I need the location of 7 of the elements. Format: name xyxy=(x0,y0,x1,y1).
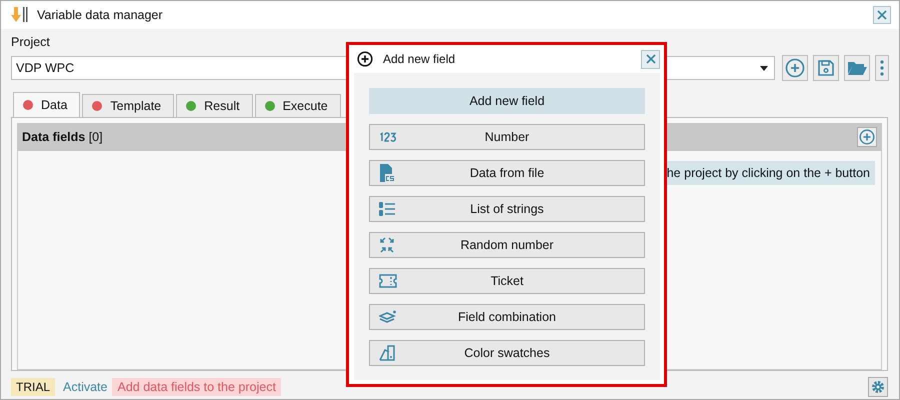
field-label: Project xyxy=(11,35,51,49)
section-heading: Add new field xyxy=(369,88,645,114)
status-message: Add data fields to the project xyxy=(112,378,281,396)
section-title: Data fields [0] xyxy=(22,130,103,144)
license-badge: TRIAL xyxy=(11,378,56,396)
window-title: Variable data manager xyxy=(37,8,163,22)
dialog-title: Add new field xyxy=(383,52,456,66)
